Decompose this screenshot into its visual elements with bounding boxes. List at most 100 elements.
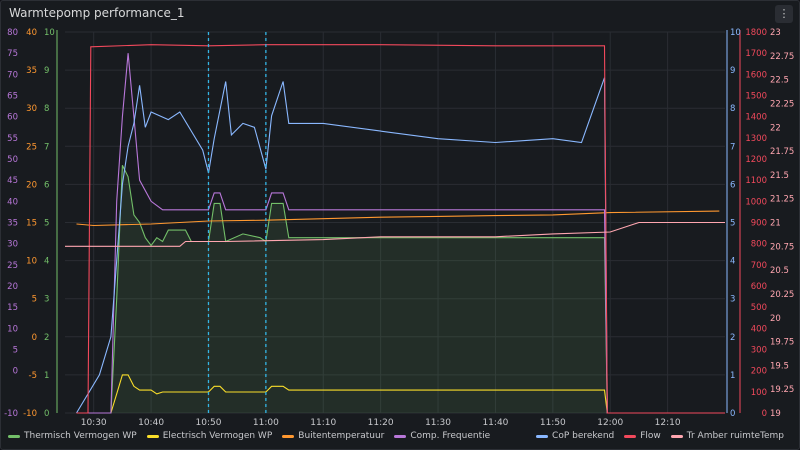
y-tick-label: 22.75 — [770, 52, 794, 62]
y-tick-label: 9 — [44, 66, 49, 76]
y-tick-label: 50 — [7, 155, 18, 165]
y-tick-label: 80 — [7, 28, 18, 38]
y-tick-label: 2 — [730, 333, 735, 343]
y-tick-label: 21.75 — [770, 147, 794, 157]
y-tick-label: 1500 — [745, 92, 767, 102]
legend-label: Thermisch Vermogen WP — [24, 431, 137, 441]
y-tick-label: 1400 — [745, 113, 767, 123]
y-tick-label: 0 — [762, 409, 767, 419]
y-tick-label: 5 — [730, 219, 735, 229]
y-tick-label: 70 — [7, 70, 18, 80]
legend-swatch-icon — [670, 434, 683, 438]
y-tick-label: 1200 — [745, 155, 767, 165]
y-tick-label: -10 — [23, 409, 37, 419]
legend-right-item[interactable]: CoP berekend — [536, 431, 614, 441]
y-tick-label: 19.5 — [770, 361, 789, 371]
y-tick-label: 1800 — [745, 28, 767, 38]
y-tick-label: 7 — [44, 142, 49, 152]
y-tick-label: 700 — [751, 261, 767, 271]
legend-left-item[interactable]: Buitentemperatuur — [282, 431, 384, 441]
legend-left: Thermisch Vermogen WP Electrisch Vermogen… — [8, 431, 490, 441]
y-tick-label: 4 — [730, 257, 735, 267]
y-tick-label: 900 — [751, 219, 767, 229]
y-tick-label: 3 — [44, 295, 49, 305]
x-tick-label: 12:00 — [597, 418, 623, 428]
y-tick-label: 800 — [751, 240, 767, 250]
y-tick-label: 500 — [751, 303, 767, 313]
x-tick-label: 12:10 — [655, 418, 681, 428]
x-tick-label: 11:00 — [253, 418, 279, 428]
y-tick-label: 40 — [7, 197, 18, 207]
y-tick-label: 20.5 — [770, 266, 789, 276]
legend-label: CoP berekend — [552, 431, 615, 441]
y-tick-label: 20.25 — [770, 290, 794, 300]
series-line — [76, 210, 720, 227]
y-tick-label: 10 — [7, 324, 18, 334]
y-tick-label: 200 — [751, 367, 767, 377]
y-tick-label: 21 — [770, 219, 781, 229]
legend-right-item[interactable]: Flow — [624, 431, 661, 441]
x-tick-label: 10:50 — [196, 418, 222, 428]
y-tick-label: 60 — [7, 113, 18, 123]
y-tick-label: 1600 — [745, 70, 767, 80]
y-tick-label: 19.75 — [770, 338, 794, 348]
y-tick-label: 100 — [751, 388, 767, 398]
y-tick-label: -10 — [4, 409, 18, 419]
legend-swatch-icon — [394, 434, 407, 438]
chart-canvas[interactable]: -1005101520253035404550556065707580-10-5… — [0, 0, 800, 450]
y-tick-label: 5 — [32, 295, 37, 305]
legend-left-item[interactable]: Comp. Frequentie — [394, 431, 490, 441]
thermisch-area — [76, 165, 725, 413]
y-tick-label: 22 — [770, 123, 781, 133]
y-tick-label: 21.5 — [770, 171, 789, 181]
legend-label: Comp. Frequentie — [410, 431, 491, 441]
y-tick-label: 21.25 — [770, 195, 794, 205]
y-tick-label: 1 — [44, 371, 49, 381]
y-tick-label: 55 — [7, 134, 18, 144]
legend-swatch-icon — [624, 434, 637, 438]
y-tick-label: 9 — [730, 66, 735, 76]
y-tick-label: 23 — [770, 28, 781, 38]
legend-left-item[interactable]: Thermisch Vermogen WP — [8, 431, 137, 441]
y-tick-label: 0 — [44, 409, 49, 419]
y-tick-label: 22.5 — [770, 76, 789, 86]
y-tick-label: 1000 — [745, 197, 767, 207]
y-tick-label: 8 — [730, 104, 735, 114]
legend-left-item[interactable]: Electrisch Vermogen WP — [146, 431, 273, 441]
y-tick-label: 4 — [44, 257, 49, 267]
legend-right: CoP berekend Flow Tr Amber ruimteTemp — [536, 431, 784, 441]
y-tick-label: 1700 — [745, 49, 767, 59]
y-tick-label: 20.75 — [770, 242, 794, 252]
y-tick-label: 1100 — [745, 176, 767, 186]
y-tick-label: 0 — [730, 409, 735, 419]
y-tick-label: 22.25 — [770, 99, 794, 109]
legend-label: Electrisch Vermogen WP — [162, 431, 273, 441]
y-tick-label: 35 — [7, 219, 18, 229]
legend-label: Buitentemperatuur — [298, 431, 385, 441]
y-tick-label: -5 — [29, 371, 37, 381]
y-tick-label: 40 — [26, 28, 37, 38]
y-tick-label: 19 — [770, 409, 781, 419]
y-tick-label: 1 — [730, 371, 735, 381]
y-tick-label: 5 — [44, 219, 49, 229]
y-tick-label: 6 — [730, 180, 735, 190]
legend-swatch-icon — [8, 434, 20, 438]
y-tick-label: 20 — [7, 282, 18, 292]
y-tick-label: 10 — [26, 257, 37, 267]
y-tick-label: 25 — [7, 261, 18, 271]
y-tick-label: 10 — [44, 28, 55, 38]
legend-swatch-icon — [282, 434, 295, 438]
y-tick-label: 8 — [44, 104, 49, 114]
y-tick-label: 15 — [26, 219, 37, 229]
y-tick-label: 2 — [44, 333, 49, 343]
y-tick-label: 19.25 — [770, 385, 794, 395]
y-tick-label: 35 — [26, 66, 37, 76]
y-tick-label: 25 — [26, 142, 37, 152]
x-tick-label: 11:40 — [482, 418, 508, 428]
x-tick-label: 10:40 — [138, 418, 164, 428]
y-tick-label: 1300 — [745, 134, 767, 144]
legend-right-item[interactable]: Tr Amber ruimteTemp — [670, 431, 784, 441]
y-tick-label: 75 — [7, 49, 18, 59]
y-tick-label: 30 — [7, 240, 18, 250]
x-tick-label: 11:30 — [425, 418, 451, 428]
